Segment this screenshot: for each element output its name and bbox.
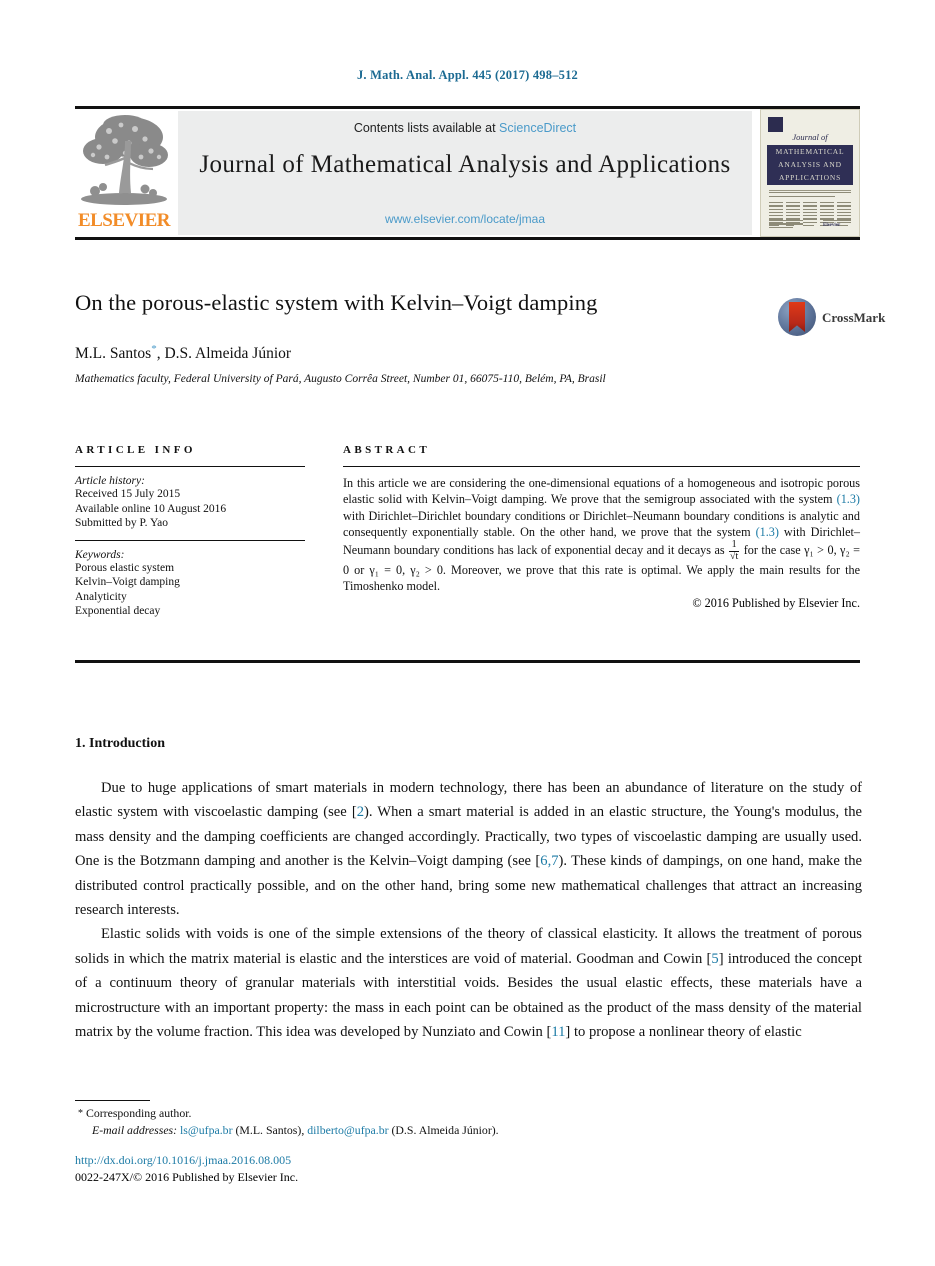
email-note: E-mail addresses: ls@ufpa.br (M.L. Santo… — [78, 1122, 778, 1139]
abstract-text: In this article we are considering the o… — [343, 475, 860, 595]
cover-publisher-logo-icon — [768, 117, 783, 132]
email-owner-almeida: (D.S. Almeida Júnior). — [391, 1123, 499, 1137]
cover-footer: Elsevier — [769, 220, 851, 230]
article-history-received: Received 15 July 2015 — [75, 488, 181, 500]
section-divider — [75, 660, 860, 663]
cover-title-band: MATHEMATICAL ANALYSIS AND APPLICATIONS — [767, 145, 853, 185]
email-link-santos[interactable]: ls@ufpa.br — [180, 1123, 232, 1137]
crossmark-badge[interactable]: CrossMark — [778, 298, 885, 338]
paragraph-2: Elastic solids with voids is one of the … — [75, 926, 862, 1041]
body-content: Due to huge applications of smart materi… — [75, 776, 862, 1044]
fraction-denominator: √t — [730, 550, 739, 562]
imprint-block: http://dx.doi.org/10.1016/j.jmaa.2016.08… — [75, 1152, 298, 1185]
article-history-submitted: Submitted by P. Yao — [75, 517, 168, 529]
fraction-numerator: 1 — [729, 540, 740, 552]
asterisk-icon: * — [78, 1108, 83, 1119]
citation-ref-6-7[interactable]: 6,7 — [540, 853, 558, 869]
crossmark-label: CrossMark — [822, 310, 886, 325]
issn-copyright-line: 0022-247X/© 2016 Published by Elsevier I… — [75, 1169, 299, 1184]
author-list: M.L. Santos*, D.S. Almeida Júnior — [75, 343, 291, 363]
citation-ref-11[interactable]: 11 — [551, 1024, 565, 1040]
journal-masthead: ELSEVIER Contents lists available at Sci… — [75, 106, 860, 240]
paragraph-2-c: to propose a nonlinear theory of elastic — [570, 1024, 802, 1041]
contents-prefix: Contents lists available at — [353, 121, 500, 135]
journal-cover-thumbnail: Journal of MATHEMATICAL ANALYSIS AND APP… — [760, 109, 860, 237]
keyword-item: Exponential decay — [75, 605, 161, 617]
keyword-item: Porous elastic system — [75, 561, 175, 574]
masthead-band: Contents lists available at ScienceDirec… — [178, 111, 752, 235]
sciencedirect-link[interactable]: ScienceDirect — [499, 121, 576, 135]
abstract-heading: ABSTRACT — [343, 444, 431, 456]
paper-page: J. Math. Anal. Appl. 445 (2017) 498–512 — [0, 0, 935, 1266]
citation-ref-2[interactable]: 2 — [357, 804, 364, 820]
journal-url-link[interactable]: www.elsevier.com/locate/jmaa — [178, 212, 752, 226]
abstract-eq-ref-2[interactable]: (1.3) — [756, 525, 779, 539]
elsevier-logo: ELSEVIER — [75, 111, 173, 235]
footnote-block: * Corresponding author. E-mail addresses… — [78, 1105, 778, 1139]
contents-line: Contents lists available at ScienceDirec… — [178, 121, 752, 135]
doi-link[interactable]: http://dx.doi.org/10.1016/j.jmaa.2016.08… — [75, 1152, 298, 1169]
journal-title: Journal of Mathematical Analysis and App… — [199, 151, 731, 178]
running-head: J. Math. Anal. Appl. 445 (2017) 498–512 — [356, 68, 578, 82]
citation-ref-5[interactable]: 5 — [711, 951, 718, 967]
affiliation: Mathematics faculty, Federal University … — [75, 373, 606, 385]
elsevier-tree-icon — [79, 113, 169, 209]
crossmark-icon — [778, 298, 816, 336]
keyword-item: Analyticity — [75, 590, 127, 603]
author-secondary: , D.S. Almeida Júnior — [156, 345, 292, 363]
cover-journal-of: Journal of — [792, 132, 828, 142]
author-primary: M.L. Santos — [75, 345, 152, 363]
cover-title-line-3: APPLICATIONS — [778, 173, 842, 182]
abstract-column: ABSTRACT In this article we are consider… — [343, 444, 860, 611]
email-link-almeida[interactable]: dilberto@ufpa.br — [307, 1123, 388, 1137]
cover-title-line-1: MATHEMATICAL — [775, 147, 845, 156]
cover-divider — [769, 190, 851, 191]
abstract-rule — [343, 466, 860, 467]
abstract-eq-ref-1[interactable]: (1.3) — [837, 492, 860, 506]
article-info-heading: ARTICLE INFO — [75, 444, 196, 456]
article-history-available: Available online 10 August 2016 — [75, 502, 227, 515]
paragraph-1: Due to huge applications of smart materi… — [75, 780, 862, 919]
cover-title-line-2: ANALYSIS AND — [778, 160, 842, 169]
abstract-fraction: 1 √t — [729, 540, 740, 562]
article-info-rule-top — [75, 466, 305, 467]
abstract-copyright: © 2016 Published by Elsevier Inc. — [692, 595, 860, 610]
email-owner-santos: (M.L. Santos), — [235, 1123, 305, 1137]
keyword-item: Kelvin–Voigt damping — [75, 576, 180, 588]
cover-imprint: Elsevier — [823, 223, 841, 229]
article-info-column: ARTICLE INFO Article history: Received 1… — [75, 444, 305, 619]
section-heading-introduction: 1. Introduction — [75, 736, 165, 751]
keywords-label: Keywords: — [75, 548, 125, 561]
elsevier-wordmark: ELSEVIER — [77, 210, 171, 231]
article-history-label: Article history: — [75, 475, 145, 487]
email-label: E-mail addresses: — [92, 1123, 178, 1137]
corresponding-author-note: * Corresponding author. — [78, 1105, 778, 1122]
article-info-rule-mid — [75, 539, 305, 541]
abstract-part-1: In this article we are considering the o… — [343, 476, 860, 507]
footnote-rule — [75, 1100, 150, 1101]
corresponding-author-text: Corresponding author. — [85, 1106, 192, 1120]
page-title: On the porous-elastic system with Kelvin… — [75, 290, 598, 315]
